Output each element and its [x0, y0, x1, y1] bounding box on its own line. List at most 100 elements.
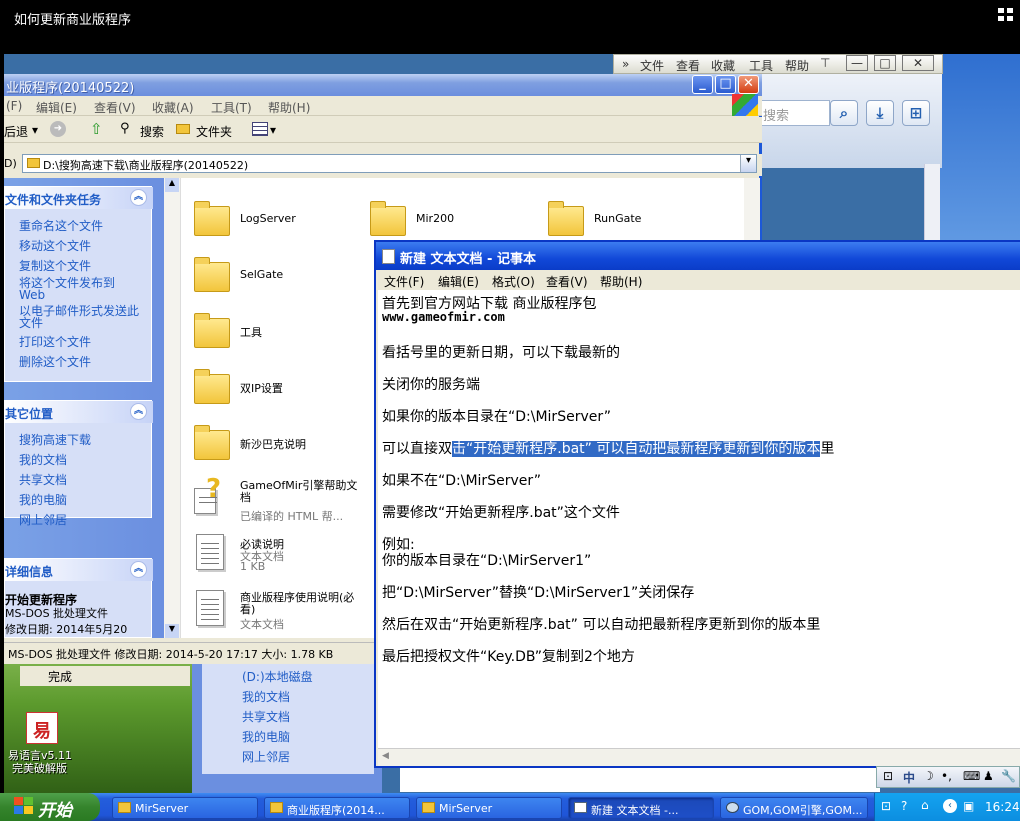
close-button[interactable]: ✕ [738, 75, 759, 94]
minimize-button[interactable]: _ [692, 75, 713, 94]
fullscreen-icon[interactable] [998, 8, 1014, 22]
menu-edit[interactable]: 编辑(E) [36, 99, 77, 116]
file-list-scrollbar[interactable]: ▲ ▼ [164, 178, 181, 638]
punctuation-icon[interactable]: •, [941, 769, 952, 783]
chevron-left-icon[interactable]: ‹ [943, 799, 957, 813]
ime-logo-icon[interactable]: ⊡ [883, 769, 893, 783]
ie-menu-file[interactable]: 文件 [640, 57, 664, 74]
notepad-menu-help[interactable]: 帮助(H) [600, 273, 642, 290]
taskbar-item-gom[interactable]: GOM,GOM引擎,GOM... [720, 797, 868, 819]
ie-minimize-button[interactable]: — [846, 55, 868, 71]
ie-menu-tools[interactable]: 工具 [749, 57, 773, 74]
folders-button[interactable]: 文件夹 [196, 123, 232, 140]
notepad-text-area[interactable]: 首先到官方网站下载 商业版程序包 www.gameofmir.com 看括号里的… [378, 290, 1020, 750]
user-icon[interactable]: ♟ [983, 769, 994, 783]
collapse-icon[interactable]: ︽ [130, 561, 147, 578]
file-name[interactable]: Mir200 [416, 212, 454, 225]
task-publish[interactable]: 将这个文件发布到Web [19, 277, 127, 301]
file-name[interactable]: GameOfMir引擎帮助文档 [240, 480, 360, 504]
network-tray-icon[interactable]: ⌂ [921, 798, 929, 812]
address-dropdown-icon[interactable]: ▾ [740, 155, 756, 172]
place-sogou[interactable]: 搜狗高速下载 [19, 431, 91, 448]
ie-menu-help[interactable]: 帮助 [785, 57, 809, 74]
link-my-computer[interactable]: 我的电脑 [242, 728, 290, 745]
link-my-documents[interactable]: 我的文档 [242, 688, 290, 705]
pin-icon[interactable]: ⊤ [820, 56, 830, 70]
notepad-menu-format[interactable]: 格式(O) [492, 273, 535, 290]
notepad-hscrollbar[interactable]: ◀ [378, 748, 1020, 766]
download-icon[interactable]: ⤓ [866, 100, 894, 126]
folder-icon[interactable] [194, 313, 230, 348]
file-name[interactable]: LogServer [240, 212, 296, 225]
other-places-title[interactable]: 其它位置 ︽ [5, 401, 153, 423]
text-file-icon[interactable] [196, 590, 224, 626]
scroll-left-icon[interactable]: ◀ [382, 751, 389, 761]
taskbar-item-business[interactable]: 商业版程序(2014... [264, 797, 410, 819]
security-tray-icon[interactable]: ▣ [963, 799, 974, 813]
task-delete[interactable]: 删除这个文件 [19, 353, 91, 370]
help-tray-icon[interactable]: ? [901, 799, 907, 813]
ie-scrollbar[interactable] [924, 164, 940, 244]
notepad-menu-edit[interactable]: 编辑(E) [438, 273, 479, 290]
back-dropdown-icon[interactable]: ▾ [32, 123, 38, 137]
back-button[interactable]: 后退 [4, 123, 28, 140]
menu-file[interactable]: (F) [6, 99, 22, 113]
ime-tray-icon[interactable]: ⊡ [881, 799, 891, 813]
notepad-menu-view[interactable]: 查看(V) [546, 273, 588, 290]
task-email[interactable]: 以电子邮件形式发送此文件 [19, 305, 139, 329]
keyboard-icon[interactable]: ⌨ [963, 769, 980, 783]
ie-close-button[interactable]: ✕ [902, 55, 934, 71]
folder-icon[interactable] [194, 369, 230, 404]
up-folder-icon[interactable]: ⇧ [90, 120, 103, 138]
file-name[interactable]: RunGate [594, 212, 641, 225]
task-move[interactable]: 移动这个文件 [19, 237, 91, 254]
place-network[interactable]: 网上邻居 [19, 511, 67, 528]
place-my-documents[interactable]: 我的文档 [19, 451, 67, 468]
ime-mode[interactable]: 中 [903, 769, 915, 786]
ie-maximize-button[interactable]: □ [874, 55, 896, 71]
file-name[interactable]: 双IP设置 [240, 380, 283, 396]
wrench-icon[interactable]: 🔧 [1001, 769, 1016, 783]
taskbar-item-mirserver-2[interactable]: MirServer [416, 797, 562, 819]
clock[interactable]: 16:24 [985, 800, 1020, 814]
chevron-right-icon[interactable]: » [622, 57, 629, 71]
collapse-icon[interactable]: ︽ [130, 189, 147, 206]
folder-icon[interactable] [548, 201, 584, 236]
task-rename[interactable]: 重命名这个文件 [19, 217, 103, 234]
file-name[interactable]: 工具 [240, 324, 262, 340]
address-bar[interactable]: D:\搜狗高速下载\商业版程序(20140522) ▾ [22, 154, 757, 173]
link-local-disk[interactable]: (D:)本地磁盘 [242, 668, 313, 685]
task-copy[interactable]: 复制这个文件 [19, 257, 91, 274]
notepad-menu-file[interactable]: 文件(F) [384, 273, 424, 290]
folder-icon[interactable] [370, 201, 406, 236]
details-title[interactable]: 详细信息 ︽ [5, 559, 153, 581]
forward-icon[interactable]: ➜ [50, 121, 66, 137]
place-my-computer[interactable]: 我的电脑 [19, 491, 67, 508]
taskbar-item-notepad[interactable]: 新建 文本文档 -... [568, 797, 714, 819]
file-name[interactable]: SelGate [240, 268, 283, 281]
search-button[interactable]: 搜索 [140, 123, 164, 140]
scroll-up-icon[interactable]: ▲ [165, 178, 179, 192]
views-dropdown-icon[interactable]: ▾ [270, 123, 276, 137]
collapse-icon[interactable]: ︽ [130, 403, 147, 420]
ie-search-input[interactable]: 搜索 [760, 100, 830, 126]
folder-icon[interactable] [194, 201, 230, 236]
menu-view[interactable]: 查看(V) [94, 99, 136, 116]
search-icon[interactable]: ⌕ [830, 100, 858, 126]
ie-menu-favorites[interactable]: 收藏 [711, 57, 735, 74]
place-shared-documents[interactable]: 共享文档 [19, 471, 67, 488]
file-tasks-title[interactable]: 文件和文件夹任务 ︽ [5, 187, 153, 209]
menu-help[interactable]: 帮助(H) [268, 99, 310, 116]
apps-grid-icon[interactable]: ⊞ [902, 100, 930, 126]
desktop-icon-label-2[interactable]: 完美破解版 [12, 760, 67, 776]
views-icon[interactable] [252, 122, 268, 136]
text-file-icon[interactable] [196, 534, 224, 570]
link-network[interactable]: 网上邻居 [242, 748, 290, 765]
taskbar-item-mirserver[interactable]: MirServer [112, 797, 258, 819]
scroll-down-icon[interactable]: ▼ [165, 624, 179, 638]
folder-icon[interactable] [194, 425, 230, 460]
moon-icon[interactable]: ☽ [923, 769, 934, 783]
file-name[interactable]: 商业版程序使用说明(必看) [240, 592, 360, 616]
link-shared-documents[interactable]: 共享文档 [242, 708, 290, 725]
eyuyan-icon[interactable]: 易 [26, 712, 58, 744]
